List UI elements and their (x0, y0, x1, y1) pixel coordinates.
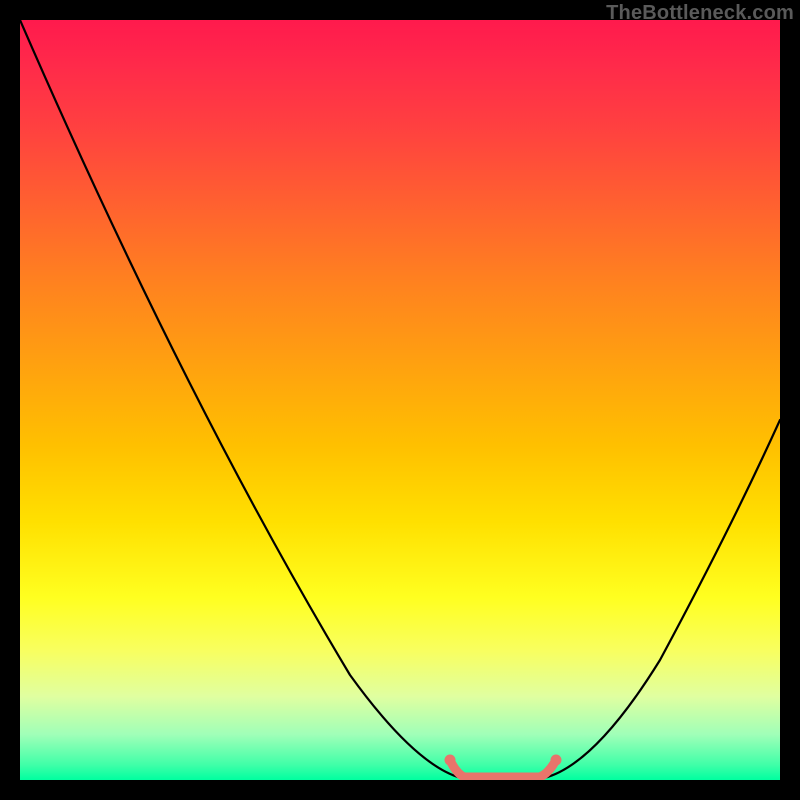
chart-container: TheBottleneck.com (0, 0, 800, 800)
optimal-zone-dot-left (445, 755, 456, 766)
curve-svg (20, 20, 780, 780)
watermark: TheBottleneck.com (606, 2, 794, 25)
curve-left-limb (20, 20, 461, 778)
optimal-zone-dot-right (551, 755, 562, 766)
plot-area (20, 20, 780, 780)
curve-right-limb (544, 420, 780, 778)
optimal-zone-segment (450, 760, 556, 777)
